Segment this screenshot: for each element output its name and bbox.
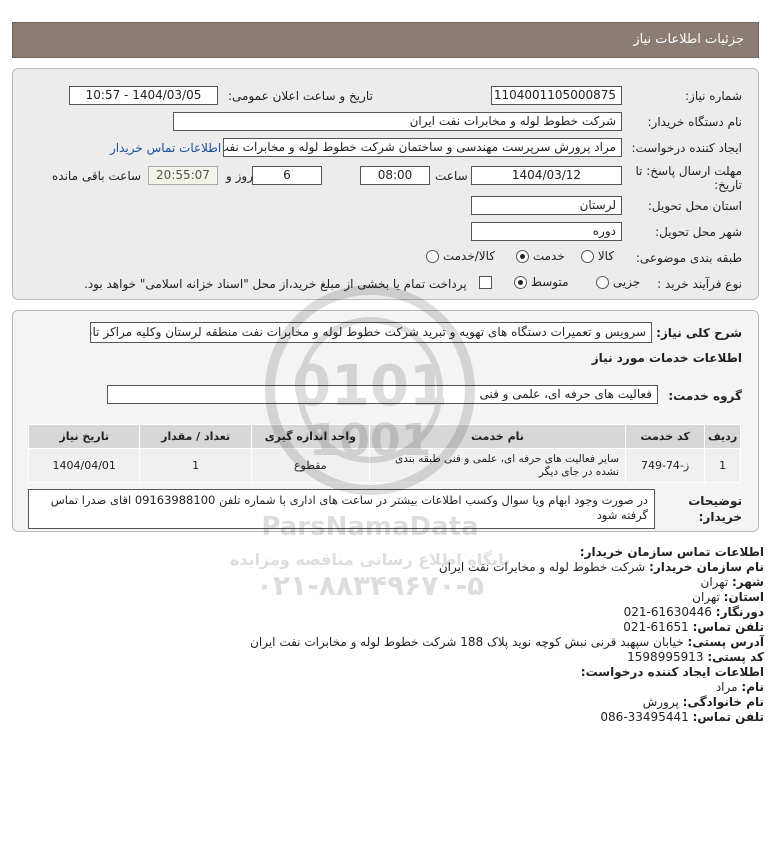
- category-option-goods[interactable]: کالا: [581, 249, 614, 263]
- contact-address: خیابان سپهبد قرنی نبش کوچه نوید پلاک 188…: [250, 635, 684, 649]
- contact-city: تهران: [700, 575, 729, 589]
- col-row: ردیف: [704, 424, 741, 449]
- contact-phone: 61651-021: [623, 620, 689, 634]
- city-label: شهر محل تحویل:: [655, 225, 742, 239]
- contact-fax-label: دورنگار:: [715, 605, 764, 619]
- process-option-medium-label: متوسط: [530, 275, 569, 289]
- contact-phone-label: تلفن تماس:: [692, 620, 764, 634]
- creator-phone: 33495441-086: [600, 710, 689, 724]
- cell-row: 1: [704, 448, 741, 483]
- services-table-header: ردیف کد خدمت نام خدمت واحد اندازه گیری ت…: [27, 424, 741, 449]
- contact-province: تهران: [692, 590, 720, 604]
- contact-section: اطلاعات تماس سازمان خریدار: نام سازمان خ…: [24, 545, 764, 725]
- creator-phone-label: تلفن تماس:: [692, 710, 764, 724]
- deadline-time-field: 08:00: [360, 166, 430, 185]
- contact-province-label: استان:: [723, 590, 764, 604]
- contact-org-label: نام سازمان خریدار:: [649, 560, 764, 574]
- process-label: نوع فرآیند خرید :: [657, 277, 742, 291]
- creator-name-label: نام:: [741, 680, 764, 694]
- service-group-label: گروه خدمت:: [668, 389, 742, 403]
- category-radio-goods[interactable]: [581, 250, 594, 263]
- creator-field: مراد پرورش سرپرست مهندسی و ساختمان شرکت …: [223, 138, 622, 157]
- category-radio-both[interactable]: [426, 250, 439, 263]
- buyer-contact-link[interactable]: اطلاعات تماس خریدار: [110, 141, 221, 155]
- contact-city-label: شهر:: [732, 575, 764, 589]
- col-service-name: نام خدمت: [368, 424, 627, 449]
- treasury-payment-note: پرداخت تمام یا بخشی از مبلغ خرید،از محل …: [84, 277, 467, 291]
- col-quantity: تعداد / مقدار: [139, 424, 252, 449]
- description-label: شرح کلی نیاز:: [656, 326, 742, 340]
- buyer-org-label: نام دستگاه خریدار:: [647, 115, 743, 129]
- contact-address-label: آدرس پستی:: [687, 635, 764, 649]
- process-radio-medium[interactable]: [514, 276, 527, 289]
- contact-postal-label: کد پستی:: [707, 650, 764, 664]
- contact-postal: 1598995913: [627, 650, 704, 664]
- process-option-minor[interactable]: جزیی: [596, 275, 640, 289]
- page-title: جزئیات اطلاعات نیاز: [633, 32, 744, 47]
- services-heading: اطلاعات خدمات مورد نیاز: [591, 351, 742, 365]
- category-option-goods-label: کالا: [597, 249, 615, 263]
- announce-label: تاریخ و ساعت اعلان عمومی:: [228, 89, 373, 103]
- process-option-minor-label: جزیی: [612, 275, 641, 289]
- creator-name: مراد: [715, 680, 738, 694]
- days-label: روز و: [226, 169, 253, 183]
- buyer-notes-label-2: خریدار:: [698, 510, 742, 524]
- category-radio-service[interactable]: [516, 250, 529, 263]
- table-row: 1 ز-74-749 سایر فعالیت های حرفه ای، علمی…: [27, 448, 741, 483]
- cell-quantity: 1: [139, 448, 252, 483]
- services-table: ردیف کد خدمت نام خدمت واحد اندازه گیری ت…: [27, 424, 741, 483]
- cell-unit: مقطوع: [250, 448, 370, 483]
- remaining-label: ساعت باقی مانده: [52, 169, 142, 183]
- creator-heading: اطلاعات ایجاد کننده درخواست:: [580, 665, 764, 679]
- treasury-payment-checkbox[interactable]: [479, 276, 492, 289]
- deadline-label: مهلت ارسال پاسخ: تا: [635, 164, 742, 178]
- deadline-label-date: تاریخ:: [714, 178, 742, 192]
- col-unit: واحد اندازه گیری: [250, 424, 370, 449]
- creator-family: پرورش: [642, 695, 679, 709]
- province-field: لرستان: [471, 196, 622, 215]
- buyer-notes-label: توضیحات: [688, 494, 742, 508]
- category-option-service[interactable]: خدمت: [516, 249, 565, 263]
- category-option-both-label: کالا/خدمت: [442, 249, 496, 263]
- buyer-notes-field: در صورت وجود ابهام ویا سوال وکسب اطلاعات…: [28, 489, 655, 529]
- time-label: ساعت: [435, 169, 468, 183]
- announce-field: 1404/03/05 - 10:57: [69, 86, 218, 105]
- city-field: دوره: [471, 222, 622, 241]
- description-field: سرویس و تعمیرات دستگاه های تهویه و تبرید…: [90, 322, 652, 343]
- buyer-org-field: شرکت خطوط لوله و مخابرات نفت ایران: [173, 112, 622, 131]
- category-option-service-label: خدمت: [532, 249, 565, 263]
- category-label: طبقه بندی موضوعی:: [635, 251, 742, 265]
- contact-fax: 61630446-021: [623, 605, 712, 619]
- creator-family-label: نام خانوادگی:: [682, 695, 764, 709]
- need-number-field: 1104001105000875: [491, 86, 622, 105]
- process-radio-minor[interactable]: [596, 276, 609, 289]
- col-need-date: تاریخ نیاز: [27, 424, 141, 449]
- days-field: 6: [252, 166, 322, 185]
- need-number-label: شماره نیاز:: [685, 89, 742, 103]
- province-label: استان محل تحویل:: [647, 199, 742, 213]
- contact-org: شرکت خطوط لوله و مخابرات نفت ایران: [438, 560, 646, 574]
- creator-label: ایجاد کننده درخواست:: [631, 141, 742, 155]
- cell-need-date: 1404/04/01: [27, 448, 141, 483]
- service-group-field: فعالیت های حرفه ای، علمی و فنی: [107, 385, 658, 404]
- contact-heading: اطلاعات تماس سازمان خریدار:: [579, 545, 764, 559]
- remaining-time-field: 20:55:07: [148, 166, 218, 185]
- deadline-date-field: 1404/03/12: [471, 166, 622, 185]
- cell-service-name: سایر فعالیت های حرفه ای، علمی و فنی طبقه…: [368, 448, 627, 483]
- process-option-medium[interactable]: متوسط: [514, 275, 569, 289]
- category-option-both[interactable]: کالا/خدمت: [426, 249, 495, 263]
- col-service-code: کد خدمت: [625, 424, 706, 449]
- page-header: جزئیات اطلاعات نیاز: [12, 22, 759, 58]
- cell-service-code: ز-74-749: [625, 448, 706, 483]
